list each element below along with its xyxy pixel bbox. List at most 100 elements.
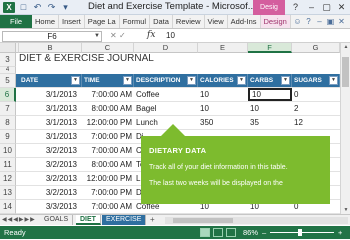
enter-icon[interactable]: ✓ <box>119 31 126 40</box>
filter-dropdown-icon[interactable]: ▼ <box>237 76 246 85</box>
cell-date[interactable]: 3/3/2013 <box>19 200 79 213</box>
page-layout-view-icon[interactable] <box>213 228 223 237</box>
tab-home[interactable]: Home <box>32 15 60 28</box>
cell-carbs[interactable]: 10 <box>248 102 292 115</box>
sheet-tab-diet[interactable]: DIET <box>76 215 101 225</box>
cell-sugars[interactable]: 12 <box>292 116 340 129</box>
cell-time[interactable]: 7:00:00 PM <box>82 186 134 199</box>
column-header-g[interactable]: G <box>292 43 340 53</box>
tab-page-layout[interactable]: Page La <box>85 15 120 28</box>
cell-carbs[interactable]: 35 <box>248 116 292 129</box>
cell-sugars[interactable]: 0 <box>292 88 340 101</box>
sheet-nav-arrows[interactable]: ◀◀◀▶▶▶ <box>2 215 36 226</box>
restore-icon[interactable]: ▣ <box>325 17 336 26</box>
column-header-f[interactable]: F <box>248 43 292 53</box>
column-header-b[interactable]: B <box>19 43 82 53</box>
tab-data[interactable]: Data <box>150 15 173 28</box>
formula-input[interactable]: 10 <box>163 31 348 42</box>
cell-date[interactable]: 3/2/2013 <box>19 158 79 171</box>
chevron-down-icon[interactable]: ▼ <box>94 32 100 41</box>
cell-time[interactable]: 12:00:00 PM <box>82 116 134 129</box>
cell-time[interactable]: 7:00:00 AM <box>82 88 134 101</box>
cell-sugars[interactable]: 2 <box>292 102 340 115</box>
column-header-e[interactable]: E <box>198 43 248 53</box>
active-cell-carbs[interactable]: 10 <box>248 88 292 101</box>
smiley-icon[interactable]: ☺ <box>292 17 303 26</box>
vertical-scrollbar[interactable]: ▲ ▼ <box>340 43 350 214</box>
insert-function-icon[interactable]: fx <box>147 30 155 40</box>
hscroll-thumb[interactable] <box>173 218 233 223</box>
ribbon-minimize-icon[interactable]: – <box>314 17 325 26</box>
tab-design[interactable]: Design <box>260 15 291 28</box>
tab-review[interactable]: Review <box>173 15 205 28</box>
cell-date[interactable]: 3/1/2013 <box>19 116 79 129</box>
normal-view-icon[interactable] <box>200 228 210 237</box>
scroll-down-icon[interactable]: ▼ <box>341 207 350 213</box>
row-header-11[interactable]: 11 <box>0 158 16 172</box>
sheet-tab-goals[interactable]: GOALS <box>40 215 74 225</box>
cell-calories[interactable]: 10 <box>198 88 248 101</box>
column-header-c[interactable]: C <box>82 43 134 53</box>
help-icon[interactable]: ? <box>303 17 314 26</box>
filter-dropdown-icon[interactable]: ▼ <box>71 76 80 85</box>
undo-icon[interactable]: ↶ <box>32 2 43 13</box>
cell-date[interactable]: 3/2/2013 <box>19 172 79 185</box>
cell-time[interactable]: 12:00:00 PM <box>82 172 134 185</box>
zoom-out-button[interactable]: – <box>262 226 266 239</box>
cell-time[interactable]: 8:00:00 AM <box>82 102 134 115</box>
page-break-view-icon[interactable] <box>226 228 236 237</box>
customize-qat-icon[interactable]: ▾ <box>60 2 71 13</box>
row-header-12[interactable]: 12 <box>0 172 16 186</box>
select-all-corner[interactable] <box>0 43 16 53</box>
tab-insert[interactable]: Insert <box>59 15 85 28</box>
zoom-level[interactable]: 86% <box>243 226 258 239</box>
cell-time[interactable]: 8:00:00 AM <box>82 158 134 171</box>
scroll-up-icon[interactable]: ▲ <box>341 44 350 50</box>
row-header-9[interactable]: 9 <box>0 130 16 144</box>
cell-calories[interactable]: 350 <box>198 116 248 129</box>
filter-dropdown-icon[interactable]: ▼ <box>123 76 132 85</box>
row-header-6[interactable]: 6 <box>0 88 16 102</box>
filter-dropdown-icon[interactable]: ▼ <box>329 76 338 85</box>
redo-icon[interactable]: ↷ <box>46 2 57 13</box>
zoom-slider-thumb[interactable] <box>298 229 302 236</box>
cell-time[interactable]: 7:00:00 AM <box>82 144 134 157</box>
filter-dropdown-icon[interactable]: ▼ <box>187 76 196 85</box>
save-icon[interactable]: □ <box>18 2 29 13</box>
cell-calories[interactable]: 10 <box>198 102 248 115</box>
row-header-5[interactable]: 5 <box>0 74 16 88</box>
filter-dropdown-icon[interactable]: ▼ <box>281 76 290 85</box>
cell-date[interactable]: 3/2/2013 <box>19 144 79 157</box>
tab-add-ins[interactable]: Add-Ins <box>228 15 261 28</box>
cell-time[interactable]: 7:00:00 AM <box>82 200 134 213</box>
zoom-in-button[interactable]: + <box>338 226 342 239</box>
row-header-13[interactable]: 13 <box>0 186 16 200</box>
tab-formulas[interactable]: Formul <box>120 15 151 28</box>
row-header-3[interactable]: 3 <box>0 53 16 67</box>
row-header-14[interactable]: 14 <box>0 200 16 214</box>
table-tools-contextual-tab[interactable]: Desig <box>253 0 285 15</box>
zoom-slider[interactable] <box>270 232 334 233</box>
tab-file[interactable]: File <box>0 15 32 28</box>
name-box[interactable]: F6 ▼ <box>2 31 102 42</box>
row-header-8[interactable]: 8 <box>0 116 16 130</box>
column-header-d[interactable]: D <box>134 43 198 53</box>
close-button[interactable]: ✕ <box>332 0 350 14</box>
cell-date[interactable]: 3/1/2013 <box>19 102 79 115</box>
sheet-tab-exercise[interactable]: EXERCISE <box>102 215 147 225</box>
row-header-4[interactable]: 4 <box>0 67 16 74</box>
cell-date[interactable]: 3/1/2013 <box>19 88 79 101</box>
row-header-7[interactable]: 7 <box>0 102 16 116</box>
row-header-10[interactable]: 10 <box>0 144 16 158</box>
cell-date[interactable]: 3/2/2013 <box>19 186 79 199</box>
cell-description[interactable]: Coffee <box>134 88 198 101</box>
horizontal-scrollbar[interactable] <box>165 217 348 224</box>
cell-date[interactable]: 3/1/2013 <box>19 130 79 143</box>
scroll-thumb[interactable] <box>342 57 349 87</box>
cell-description[interactable]: Bagel <box>134 102 198 115</box>
add-sheet-button[interactable]: + <box>150 215 155 225</box>
tab-view[interactable]: View <box>205 15 228 28</box>
cell-time[interactable]: 7:00:00 PM <box>82 130 134 143</box>
cancel-icon[interactable]: ✕ <box>110 31 117 40</box>
close-workbook-icon[interactable]: ✕ <box>336 17 347 26</box>
